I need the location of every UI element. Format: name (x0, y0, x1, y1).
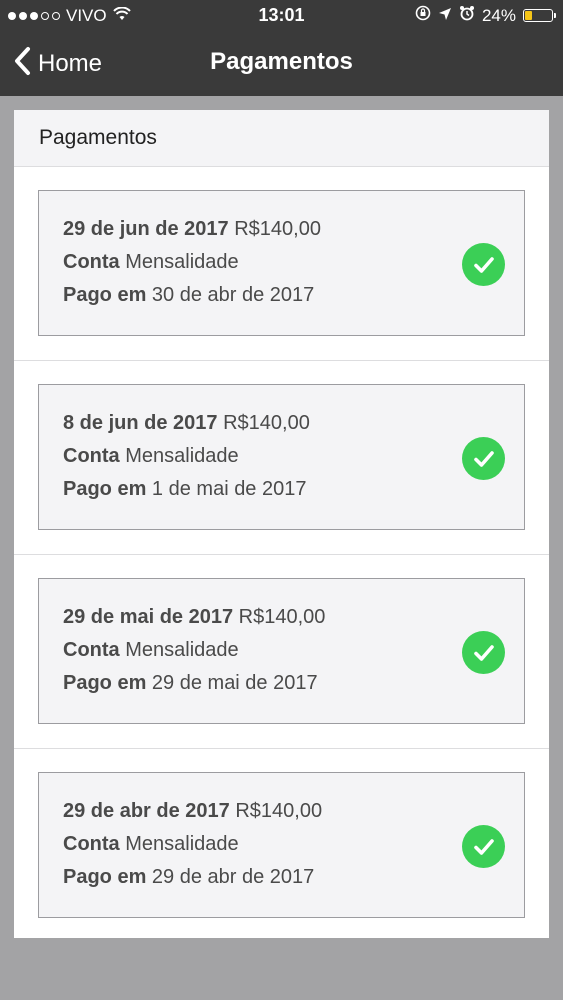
payment-paid-line: Pago em 29 de mai de 2017 (63, 672, 318, 695)
payment-card[interactable]: 29 de jun de 2017 R$140,00 Conta Mensali… (38, 190, 525, 336)
payment-row: 29 de jun de 2017 R$140,00 Conta Mensali… (14, 167, 549, 361)
account-label: Conta (63, 251, 120, 273)
payment-amount: R$140,00 (223, 412, 310, 434)
battery-icon (523, 9, 556, 22)
account-value: Mensalidade (125, 251, 239, 273)
payment-date-line: 29 de jun de 2017 R$140,00 (63, 218, 321, 241)
payment-paid-line: Pago em 29 de abr de 2017 (63, 866, 314, 889)
payment-account-line: Conta Mensalidade (63, 445, 239, 468)
payment-account-line: Conta Mensalidade (63, 639, 239, 662)
payment-row: 8 de jun de 2017 R$140,00 Conta Mensalid… (14, 361, 549, 555)
payment-row: 29 de mai de 2017 R$140,00 Conta Mensali… (14, 555, 549, 749)
paid-on-label: Pago em (63, 478, 147, 500)
payment-row: 29 de abr de 2017 R$140,00 Conta Mensali… (14, 749, 549, 942)
orientation-lock-icon (415, 5, 431, 26)
paid-on-value: 29 de mai de 2017 (151, 672, 318, 694)
payment-card[interactable]: 8 de jun de 2017 R$140,00 Conta Mensalid… (38, 384, 525, 530)
payment-card[interactable]: 29 de mai de 2017 R$140,00 Conta Mensali… (38, 578, 525, 724)
payment-amount: R$140,00 (234, 218, 321, 240)
battery-percent: 24% (481, 5, 516, 25)
paid-on-label: Pago em (63, 672, 147, 694)
payment-due-date: 29 de jun de 2017 (63, 218, 229, 240)
status-bar: VIVO 13:01 24% (0, 0, 563, 32)
payment-account-line: Conta Mensalidade (63, 251, 239, 274)
page-title: Pagamentos (210, 48, 353, 75)
payment-due-date: 29 de mai de 2017 (63, 606, 234, 628)
account-label: Conta (63, 639, 120, 661)
check-icon (462, 243, 505, 286)
paid-on-value: 29 de abr de 2017 (151, 866, 315, 888)
check-icon (462, 437, 505, 480)
alarm-icon (459, 5, 475, 26)
paid-on-label: Pago em (63, 866, 147, 888)
payment-due-date: 29 de abr de 2017 (63, 800, 230, 822)
account-label: Conta (63, 445, 120, 467)
payment-card[interactable]: 29 de abr de 2017 R$140,00 Conta Mensali… (38, 772, 525, 918)
check-icon (462, 825, 505, 868)
payment-amount: R$140,00 (235, 800, 323, 822)
payment-account-line: Conta Mensalidade (63, 833, 239, 856)
payment-date-line: 29 de mai de 2017 R$140,00 (63, 606, 325, 629)
payment-date-line: 29 de abr de 2017 R$140,00 (63, 800, 322, 823)
account-value: Mensalidade (125, 639, 239, 661)
payment-paid-line: Pago em 1 de mai de 2017 (63, 478, 306, 501)
panel-title: Pagamentos (39, 126, 157, 149)
paid-on-value: 30 de abr de 2017 (151, 284, 315, 306)
location-arrow-icon (438, 6, 452, 26)
account-value: Mensalidade (125, 445, 239, 467)
payment-date-line: 8 de jun de 2017 R$140,00 (63, 412, 310, 435)
account-label: Conta (63, 833, 120, 855)
payment-paid-line: Pago em 30 de abr de 2017 (63, 284, 314, 307)
navigation-bar: Home Pagamentos (0, 32, 563, 96)
status-right: 24% (415, 5, 556, 26)
panel-header: Pagamentos (14, 110, 549, 167)
payment-amount: R$140,00 (238, 606, 326, 628)
check-icon (462, 631, 505, 674)
payment-due-date: 8 de jun de 2017 (63, 412, 218, 434)
paid-on-value: 1 de mai de 2017 (151, 478, 307, 500)
paid-on-label: Pago em (63, 284, 147, 306)
payments-panel: Pagamentos 29 de jun de 2017 R$140,00 Co… (14, 110, 549, 938)
account-value: Mensalidade (125, 833, 239, 855)
